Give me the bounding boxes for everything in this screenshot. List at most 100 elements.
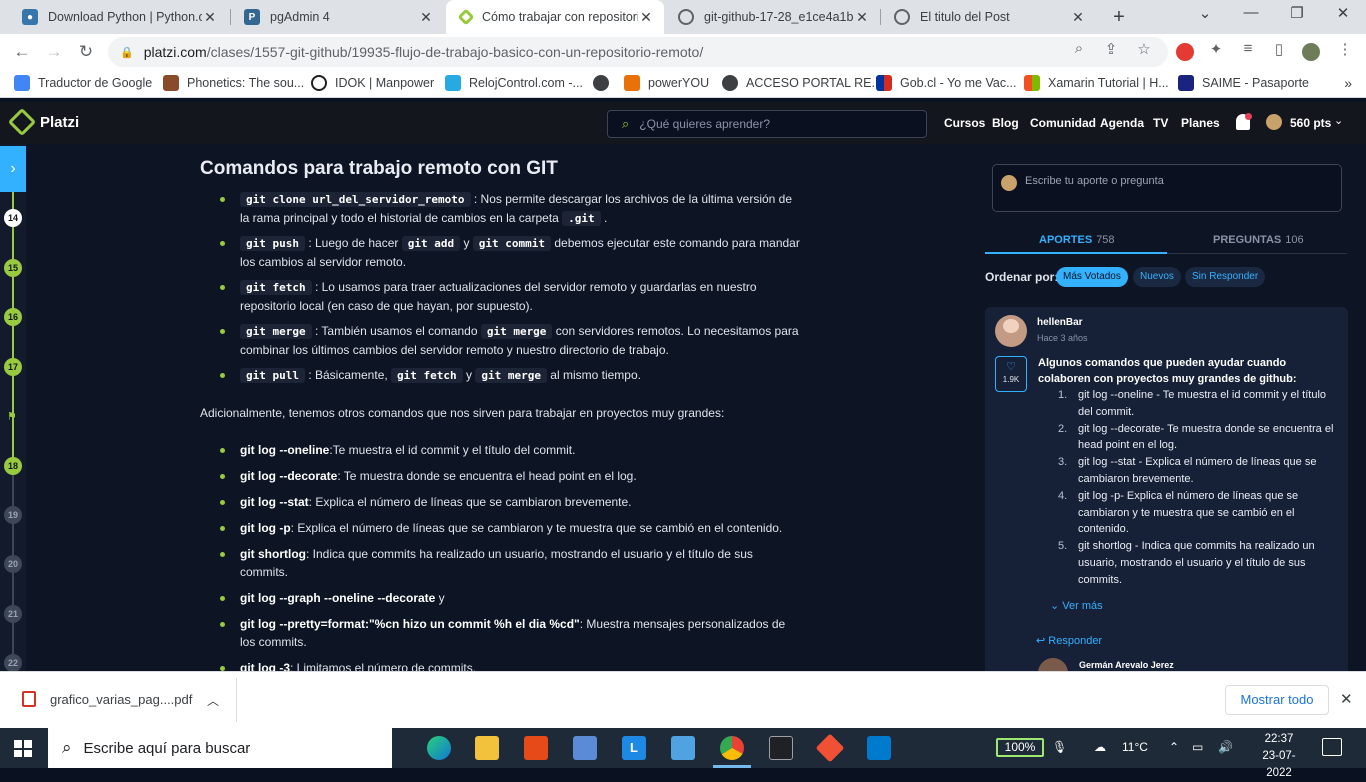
rail-step-18[interactable]: 18 [4,457,22,475]
bookmark-phonetics[interactable]: Phonetics: The sou... [163,75,304,91]
git-app-icon[interactable] [815,733,845,763]
network-icon[interactable]: ▭ [1192,740,1203,754]
media-list-icon[interactable]: ≡ [1237,40,1259,57]
battery-indicator[interactable]: 100% [996,738,1044,757]
bookmark-relojcontrol[interactable]: RelojControl.com -... [445,75,583,91]
ver-mas-link[interactable]: ⌄ Ver más [1050,599,1103,612]
bookmark-star-icon[interactable]: ☆ [1133,40,1155,58]
platzi-logo[interactable]: Platzi [7,107,79,137]
rail-step-17[interactable]: 17 [4,358,22,376]
extensions-puzzle-icon[interactable]: ✦ [1205,40,1227,58]
microphone-icon[interactable]: 🎙 [1052,740,1067,754]
new-tab-button[interactable]: + [1108,6,1130,29]
tray-expand-icon[interactable]: ⌃ [1169,740,1179,754]
network-app-icon[interactable] [573,736,597,760]
terminal-app-icon[interactable] [769,736,793,760]
bookmark-globe[interactable] [593,75,617,91]
bookmark-idok[interactable]: IDOK | Manpower [311,75,434,91]
tab-aportes[interactable]: APORTES 758 [1039,234,1115,246]
bookmark-gob-cl[interactable]: Gob.cl - Yo me Vac... [876,75,1017,91]
contribution-input[interactable]: Escribe tu aporte o pregunta [992,164,1342,212]
weather-icon[interactable]: ☁ [1094,740,1106,754]
close-download-bar-icon[interactable]: ✕ [1340,690,1353,708]
close-tab-icon[interactable]: ✕ [854,9,870,26]
temperature[interactable]: 11°C [1122,740,1148,754]
forward-button[interactable]: → [42,40,66,64]
author-name[interactable]: Germán Arevalo Jerez [1079,660,1174,670]
bookmark-xamarin[interactable]: Xamarin Tutorial | H... [1024,75,1169,91]
expand-rail-button[interactable]: › [0,146,26,192]
close-tab-icon[interactable]: ✕ [638,9,654,26]
close-window-button[interactable]: ✕ [1320,4,1366,22]
user-avatar[interactable] [1266,114,1282,130]
l-app-icon[interactable]: L [622,736,646,760]
bookmark-acceso-portal[interactable]: ACCESO PORTAL RE... [722,75,882,91]
rail-step-19[interactable]: 19 [4,506,22,524]
minimize-button[interactable]: — [1228,4,1274,21]
nav-comunidad[interactable]: Comunidad [1030,116,1096,130]
profile-avatar[interactable] [1302,43,1320,61]
chrome-app-icon[interactable] [720,736,744,760]
tab-post[interactable]: El titulo del Post ✕ [880,0,1096,34]
download-item[interactable]: grafico_varias_pag....pdf [22,691,192,707]
rail-step-16[interactable]: 16 [4,308,22,326]
chevron-down-icon[interactable]: ⌄ [1334,114,1343,127]
rail-step-15[interactable]: 15 [4,259,22,277]
taskbar-search-input[interactable]: ⌕ Escribe aquí para buscar [48,728,392,768]
office-app-icon[interactable] [524,736,548,760]
system-clock[interactable]: 22:37 23-07-2022 [1250,731,1308,782]
zoom-icon[interactable]: ⌕ [1068,40,1090,57]
rail-step-22[interactable]: 22 [4,654,22,671]
like-button[interactable]: ♡ 1.9K [995,356,1027,392]
filter-nuevos[interactable]: Nuevos [1133,267,1181,287]
reply-link[interactable]: ↩ Responder [1036,634,1102,647]
bookmark-google-translate[interactable]: Traductor de Google [14,75,152,91]
author-name[interactable]: hellenBar [1037,317,1083,328]
tab-search-icon[interactable]: ⌄ [1182,4,1228,22]
filter-mas-votados[interactable]: Más Votados [1056,267,1128,287]
filter-sin-responder[interactable]: Sin Responder [1185,267,1266,287]
bookmark-poweryou[interactable]: powerYOU [624,75,709,91]
windows-start-icon[interactable] [14,740,32,757]
class-progress-rail: › 14 15 16 17 ⚑ 18 19 20 21 22 [0,144,26,671]
platzi-search-input[interactable]: ⌕ ¿Qué quieres aprender? [607,110,927,138]
nav-blog[interactable]: Blog [992,116,1019,130]
rail-step-20[interactable]: 20 [4,555,22,573]
share-icon[interactable]: ⇪ [1100,40,1122,58]
bookmarks-overflow-icon[interactable]: » [1344,75,1352,91]
tab-platzi[interactable]: Cómo trabajar con repositori ✕ [446,0,664,34]
rail-step-21[interactable]: 21 [4,605,22,623]
tab-pgadmin[interactable]: P pgAdmin 4 ✕ [230,0,444,34]
chrome-menu-icon[interactable]: ⋮ [1334,40,1356,58]
maximize-button[interactable]: ❐ [1274,4,1320,22]
calculator-app-icon[interactable] [671,736,695,760]
bookmark-saime[interactable]: SAIME - Pasaporte [1178,75,1309,91]
side-panel-icon[interactable]: ▯ [1268,40,1290,58]
close-tab-icon[interactable]: ✕ [418,9,434,26]
rail-step-14[interactable]: 14 [4,209,22,227]
address-bar[interactable]: 🔒 platzi.com/clases/1557-git-github/1993… [108,37,1168,67]
author-avatar[interactable] [995,315,1027,347]
volume-icon[interactable]: 🔊 [1218,740,1233,754]
tab-python[interactable]: ● Download Python | Python.or ✕ [8,0,228,34]
nav-agenda[interactable]: Agenda [1100,116,1144,130]
pdf-file-icon [22,691,36,707]
notifications-icon[interactable] [1322,738,1342,756]
nav-cursos[interactable]: Cursos [944,116,985,130]
nav-planes[interactable]: Planes [1181,116,1220,130]
list-number: 5. [1058,540,1068,553]
tab-preguntas[interactable]: PREGUNTAS 106 [1213,234,1304,246]
tab-github[interactable]: git-github-17-28_e1ce4a1b- ✕ [664,0,880,34]
back-button[interactable]: ← [10,40,34,64]
vscode-app-icon[interactable] [867,736,891,760]
show-all-downloads-button[interactable]: Mostrar todo [1225,685,1329,715]
chevron-up-icon[interactable]: ︿ [207,692,219,709]
reload-button[interactable]: ↻ [74,40,98,64]
edge-app-icon[interactable] [427,736,451,760]
nav-tv[interactable]: TV [1153,116,1168,130]
close-tab-icon[interactable]: ✕ [202,9,218,26]
adblock-extension-icon[interactable] [1176,43,1194,61]
file-explorer-icon[interactable] [475,736,499,760]
close-tab-icon[interactable]: ✕ [1070,9,1086,26]
url-path: /clases/1557-git-github/19935-flujo-de-t… [206,44,704,60]
